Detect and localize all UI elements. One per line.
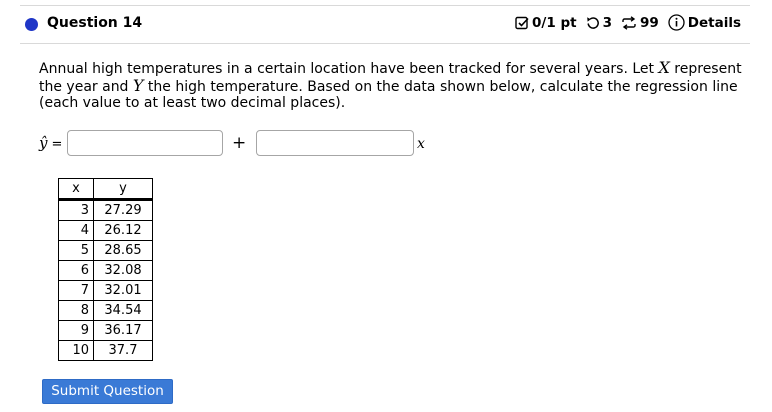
- retry-icon: [586, 16, 599, 29]
- question-title: Question 14: [47, 15, 143, 31]
- cell-x: 6: [58, 260, 94, 281]
- cell-y: 37.7: [93, 340, 153, 361]
- column-header-y: y: [93, 178, 153, 201]
- cell-y: 36.17: [93, 320, 153, 341]
- math-variable-y: Y: [132, 75, 144, 95]
- table-row: 10 37.7: [58, 340, 153, 361]
- equals-sign: =: [51, 137, 63, 152]
- column-header-x: x: [58, 178, 94, 201]
- cell-x: 9: [58, 320, 94, 341]
- question-meta: 0/1 pt 3 99 Details: [515, 14, 741, 31]
- submissions-count: 99: [639, 14, 659, 31]
- table-row: 3 27.29: [58, 199, 153, 221]
- y-hat-symbol: ŷ: [39, 134, 48, 152]
- cell-y: 32.08: [93, 260, 153, 281]
- submit-question-button[interactable]: Submit Question: [42, 379, 173, 404]
- cell-x: 5: [58, 240, 94, 261]
- cell-y: 32.01: [93, 280, 153, 301]
- cell-x: 4: [58, 220, 94, 241]
- cell-x: 7: [58, 280, 94, 301]
- table-row: 5 28.65: [58, 240, 153, 261]
- attempts-count: 3: [602, 14, 612, 31]
- data-table: x y 3 27.29 4 26.12 5 28.65 6 32.08 7 32.01 8…: [58, 178, 153, 361]
- cell-y: 26.12: [93, 220, 153, 241]
- table-row: 8 34.54: [58, 300, 153, 321]
- plus-sign: +: [232, 133, 247, 153]
- table-header-row: x y: [58, 178, 153, 201]
- cell-y: 28.65: [93, 240, 153, 261]
- slope-input[interactable]: [256, 130, 414, 156]
- cell-y: 27.29: [93, 199, 153, 221]
- table-row: 4 26.12: [58, 220, 153, 241]
- question-prompt: Annual high temperatures in a certain lo…: [39, 58, 751, 112]
- cell-x: 3: [58, 199, 94, 221]
- prompt-text-3: the high temperature. Based on the data …: [39, 78, 738, 112]
- status-dot-icon: [25, 18, 38, 31]
- table-row: 9 36.17: [58, 320, 153, 341]
- table-row: 7 32.01: [58, 280, 153, 301]
- prompt-text-1: Annual high temperatures in a certain lo…: [39, 61, 659, 77]
- intercept-input[interactable]: [67, 130, 223, 156]
- info-icon[interactable]: [668, 14, 685, 31]
- question-header: Question 14 0/1 pt 3 99 Details: [20, 6, 750, 44]
- score-text: 0/1 pt: [532, 14, 577, 31]
- checkbox-score-icon: [515, 16, 529, 29]
- cell-x: 8: [58, 300, 94, 321]
- cell-y: 34.54: [93, 300, 153, 321]
- repeat-icon: [622, 15, 636, 30]
- table-row: 6 32.08: [58, 260, 153, 281]
- details-link[interactable]: Details: [688, 15, 741, 31]
- x-variable: x: [417, 136, 425, 152]
- math-variable-x: X: [658, 58, 670, 77]
- cell-x: 10: [58, 340, 94, 361]
- regression-lhs: ŷ =: [39, 134, 62, 152]
